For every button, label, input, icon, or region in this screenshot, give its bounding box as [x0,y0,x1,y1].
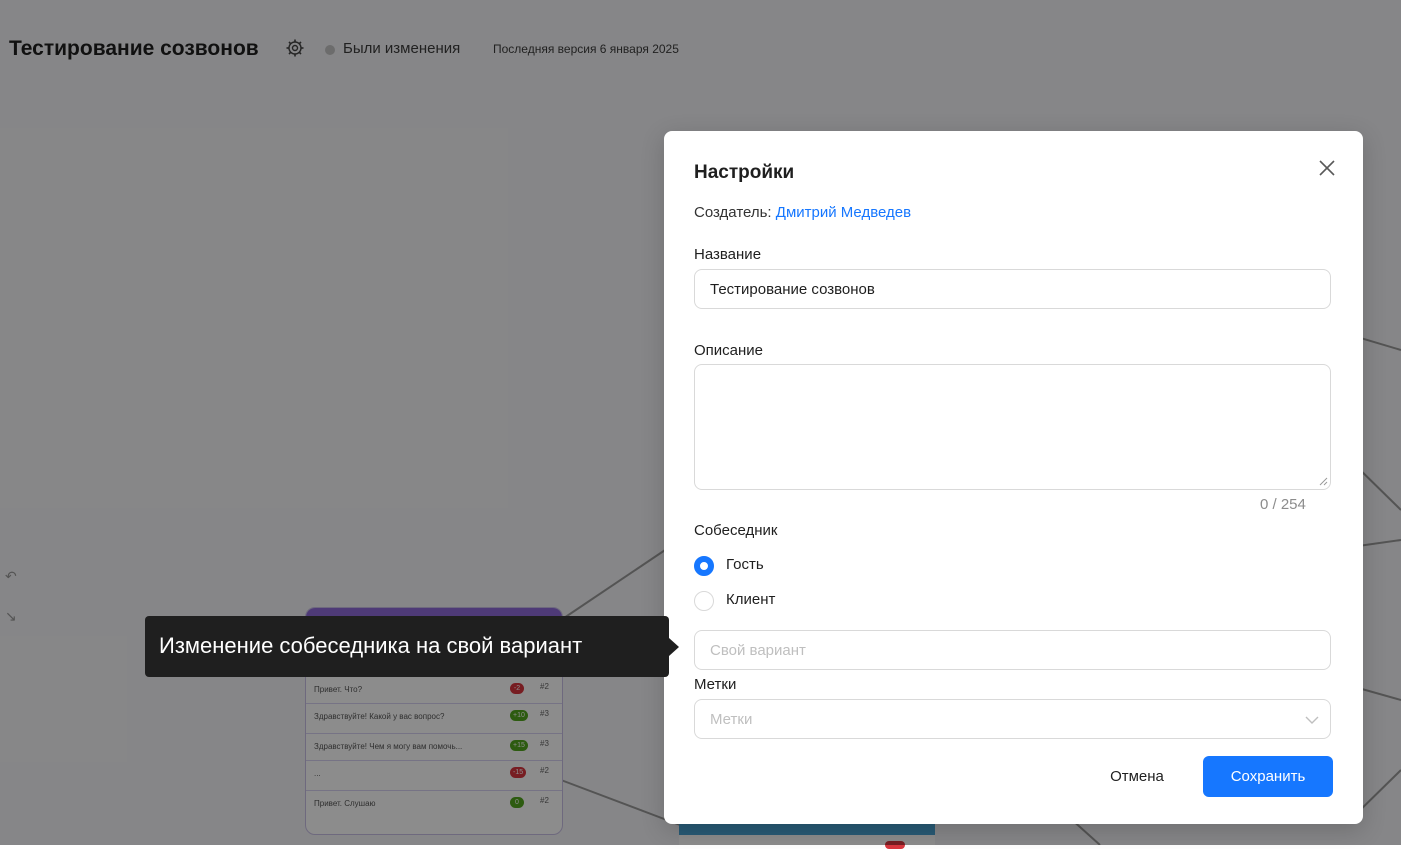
radio-checked-icon[interactable] [694,556,714,576]
tooltip: Изменение собеседника на свой вариант [145,616,669,677]
cancel-button[interactable]: Отмена [1092,756,1182,796]
creator-label: Создатель: [694,204,776,221]
radio-guest-label: Гость [726,556,764,573]
settings-modal: Настройки Создатель: Дмитрий Медведев На… [664,131,1363,824]
description-label: Описание [694,342,764,359]
creator-link[interactable]: Дмитрий Медведев [776,204,911,221]
resize-handle-icon[interactable] [1319,477,1328,486]
name-input[interactable] [694,269,1331,309]
chevron-down-icon [1305,716,1319,724]
tooltip-arrow [669,638,679,656]
creator-line: Создатель: Дмитрий Медведев [694,204,911,221]
radio-unchecked-icon[interactable] [694,591,714,611]
save-button[interactable]: Сохранить [1203,756,1333,797]
radio-client-label: Клиент [726,591,776,608]
name-label: Название [694,246,762,263]
char-counter: 0 / 254 [1260,496,1306,513]
close-icon[interactable] [1316,157,1338,179]
interlocutor-label: Собеседник [694,522,778,539]
tags-label: Метки [694,676,737,693]
description-textarea[interactable] [694,364,1331,490]
tags-select[interactable]: Метки [694,699,1331,739]
tags-placeholder: Метки [710,711,753,728]
custom-interlocutor-input[interactable] [694,630,1331,670]
tooltip-text: Изменение собеседника на свой вариант [159,633,583,658]
modal-title: Настройки [694,162,795,183]
